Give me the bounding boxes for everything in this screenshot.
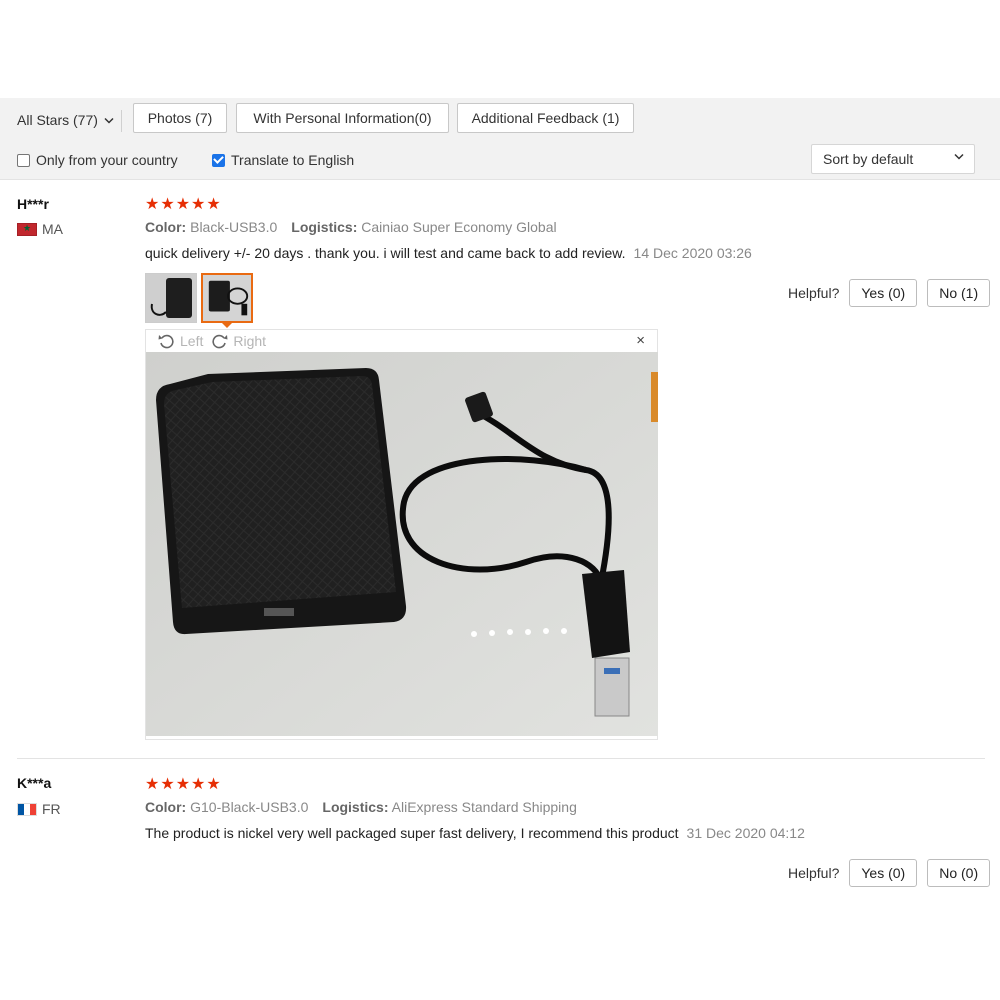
review-body: quick delivery +/- 20 days . thank you. … <box>145 245 626 261</box>
star-filter-label: All Stars (77) <box>17 112 98 128</box>
product-photo-image <box>146 352 658 736</box>
logistics-label: Logistics: <box>291 219 358 235</box>
photos-filter-button[interactable]: Photos (7) <box>133 103 227 133</box>
star-filter-dropdown[interactable]: All Stars (77) <box>17 112 114 128</box>
color-label: Color: <box>145 219 187 235</box>
star-rating: ★ ★ ★ ★ ★ <box>145 194 221 214</box>
chevron-down-icon <box>104 117 114 124</box>
only-country-checkbox[interactable]: Only from your country <box>17 152 178 168</box>
rotate-left-button[interactable]: Left <box>158 333 203 349</box>
helpful-yes-button[interactable]: Yes (0) <box>849 859 918 887</box>
close-viewer-icon[interactable]: × <box>636 332 645 349</box>
sort-label: Sort by default <box>823 151 914 167</box>
photo-viewer: Left Right × <box>145 329 658 740</box>
star-icon: ★ <box>191 196 206 213</box>
star-icon: ★ <box>175 196 191 213</box>
helpful-yes-button[interactable]: Yes (0) <box>849 279 918 307</box>
rotate-right-icon <box>212 334 228 348</box>
filter-separator <box>121 110 122 132</box>
review-meta: Color: Black-USB3.0 Logistics: Cainiao S… <box>145 219 557 235</box>
helpful-vote: Helpful? Yes (0) No (0) <box>788 859 991 887</box>
review-photo-large <box>146 352 658 736</box>
rotate-left-icon <box>158 334 174 348</box>
star-icon: ★ <box>145 776 160 793</box>
review-photo-thumbnail[interactable] <box>145 273 197 323</box>
reviewer-name: H***r <box>17 196 49 212</box>
helpful-no-button[interactable]: No (1) <box>927 279 991 307</box>
star-icon: ★ <box>160 776 175 793</box>
sort-dropdown[interactable]: Sort by default <box>811 144 975 174</box>
country-code: MA <box>42 221 63 237</box>
color-value: Black-USB3.0 <box>190 219 278 235</box>
color-label: Color: <box>145 799 187 815</box>
logistics-value: AliExpress Standard Shipping <box>391 799 577 815</box>
star-icon: ★ <box>145 196 160 213</box>
review-photo-thumbnail-selected[interactable] <box>201 273 253 323</box>
thumbnail-pointer <box>221 322 233 328</box>
reviewer-name: K***a <box>17 775 52 791</box>
additional-feedback-filter-button[interactable]: Additional Feedback (1) <box>457 103 634 133</box>
review-meta: Color: G10-Black-USB3.0 Logistics: AliEx… <box>145 799 577 815</box>
photo-thumbnail-image <box>203 275 251 321</box>
color-value: G10-Black-USB3.0 <box>190 799 309 815</box>
photo-thumbnail-image <box>146 274 196 322</box>
only-country-label: Only from your country <box>36 152 178 168</box>
review-divider <box>17 758 985 759</box>
rotate-left-label: Left <box>180 333 204 349</box>
rotate-right-label: Right <box>233 333 267 349</box>
review-text: The product is nickel very well packaged… <box>145 825 805 841</box>
star-icon: ★ <box>206 196 221 213</box>
star-icon: ★ <box>175 776 191 793</box>
country-code: FR <box>42 801 61 817</box>
helpful-label: Helpful? <box>788 285 840 301</box>
logistics-value: Cainiao Super Economy Global <box>361 219 557 235</box>
personal-info-filter-button[interactable]: With Personal Information(0) <box>236 103 449 133</box>
morocco-flag-icon <box>17 222 37 236</box>
reviewer-country: MA <box>17 221 63 237</box>
review-date: 31 Dec 2020 04:12 <box>686 825 805 841</box>
chevron-down-icon <box>954 153 964 160</box>
star-rating: ★ ★ ★ ★ ★ <box>145 774 221 794</box>
translate-checkbox-box[interactable] <box>212 153 225 167</box>
only-country-checkbox-box[interactable] <box>17 153 30 167</box>
reviewer-country: FR <box>17 801 61 817</box>
helpful-vote: Helpful? Yes (0) No (1) <box>788 279 991 307</box>
star-icon: ★ <box>160 196 175 213</box>
logistics-label: Logistics: <box>322 799 389 815</box>
helpful-label: Helpful? <box>788 865 840 881</box>
review-text: quick delivery +/- 20 days . thank you. … <box>145 245 752 261</box>
star-icon: ★ <box>206 776 221 793</box>
review-date: 14 Dec 2020 03:26 <box>633 245 752 261</box>
rotate-right-button[interactable]: Right <box>211 333 266 349</box>
review-body: The product is nickel very well packaged… <box>145 825 679 841</box>
translate-checkbox[interactable]: Translate to English <box>212 152 354 168</box>
photo-viewer-toolbar: Left Right <box>146 330 657 352</box>
france-flag-icon <box>17 802 37 816</box>
helpful-no-button[interactable]: No (0) <box>927 859 991 887</box>
translate-label: Translate to English <box>231 152 355 168</box>
star-icon: ★ <box>191 776 206 793</box>
